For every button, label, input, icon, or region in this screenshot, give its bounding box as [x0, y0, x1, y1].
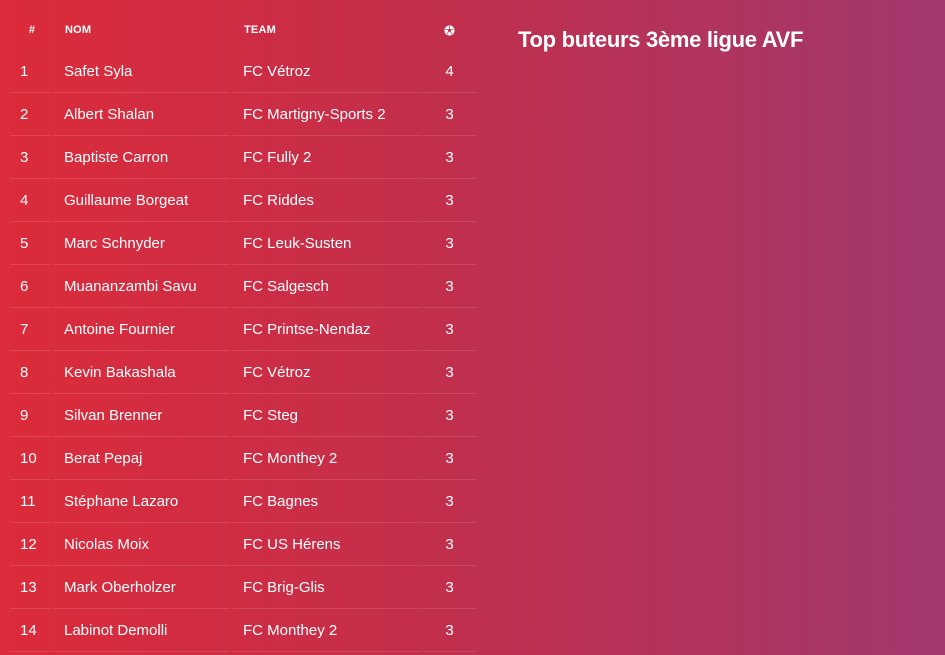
goals-cell: 3 [423, 394, 476, 437]
header-row: # NOM TEAM [10, 10, 476, 50]
rank-cell: 10 [10, 437, 54, 480]
team-name-cell: FC Brig-Glis [233, 566, 423, 609]
goals-cell: 3 [423, 265, 476, 308]
team-column-header[interactable]: TEAM [233, 10, 423, 50]
goals-cell: 3 [423, 566, 476, 609]
table-row[interactable]: 3 Baptiste Carron FC Fully 23 [10, 136, 476, 179]
player-name-cell: Marc Schnyder [54, 222, 233, 265]
rank-cell: 9 [10, 394, 54, 437]
player-name-cell: Silvan Brenner [54, 394, 233, 437]
player-name-cell: Stéphane Lazaro [54, 480, 233, 523]
team-name-cell: FC Monthey 2 [233, 609, 423, 652]
table-body: 1 Safet Syla FC Vétroz 4 2 Albert Shalan FC Ma… [10, 50, 476, 652]
rank-cell: 2 [10, 93, 54, 136]
table-row[interactable]: 8 Kevin Bakashala FC Vétroz 3 [10, 351, 476, 394]
table-row[interactable]: 4 Guillaume Borgeat FC Riddes 3 [10, 179, 476, 222]
table-row[interactable]: 13 Mark Oberholzer FC Brig-Glis 3 [10, 566, 476, 609]
rank-cell: 13 [10, 566, 54, 609]
team-name-cell: FC Salgesch [233, 265, 423, 308]
team-name-cell: FC Bagnes [233, 480, 423, 523]
player-name-cell: Labinot Demolli [54, 609, 233, 652]
player-name-cell: Muananzambi Savu [54, 265, 233, 308]
goals-cell: 3 [423, 480, 476, 523]
goals-cell: 3 [423, 609, 476, 652]
rank-cell: 3 [10, 136, 54, 179]
player-name-cell: Safet Syla [54, 50, 233, 93]
table-row[interactable]: 9 Silvan Brenner FC Steg 3 [10, 394, 476, 437]
goals-cell: 3 [423, 523, 476, 566]
player-name-cell: Albert Shalan [54, 93, 233, 136]
player-name-cell: Guillaume Borgeat [54, 179, 233, 222]
table-row[interactable]: 2 Albert Shalan FC Martigny-Sports 23 [10, 93, 476, 136]
goals-cell: 3 [423, 136, 476, 179]
player-name-cell: Berat Pepaj [54, 437, 233, 480]
rank-cell: 7 [10, 308, 54, 351]
rank-column-header[interactable]: # [10, 10, 54, 50]
page-title: Top buteurs 3ème ligue AVF [518, 27, 804, 52]
table-row[interactable]: 10 Berat Pepaj FC Monthey 23 [10, 437, 476, 480]
rank-cell: 11 [10, 480, 54, 523]
goals-cell: 3 [423, 351, 476, 394]
team-name-cell: FC Printse-Nendaz [233, 308, 423, 351]
rank-cell: 12 [10, 523, 54, 566]
table-row[interactable]: 12 Nicolas Moix FC US Hérens 3 [10, 523, 476, 566]
table-row[interactable]: 7 Antoine Fournier FC Printse-Nendaz 3 [10, 308, 476, 351]
rank-cell: 4 [10, 179, 54, 222]
team-name-cell: FC Martigny-Sports 2 [233, 93, 423, 136]
table-row[interactable]: 11 Stéphane Lazaro FC Bagnes 3 [10, 480, 476, 523]
team-name-cell: FC Riddes [233, 179, 423, 222]
table-row[interactable]: 6 Muananzambi Savu FC Salgesch 3 [10, 265, 476, 308]
player-name-cell: Mark Oberholzer [54, 566, 233, 609]
team-name-cell: FC Vétroz [233, 50, 423, 93]
team-name-cell: FC US Hérens [233, 523, 423, 566]
goals-cell: 3 [423, 222, 476, 265]
goals-cell: 3 [423, 179, 476, 222]
player-name-cell: Nicolas Moix [54, 523, 233, 566]
player-name-cell: Baptiste Carron [54, 136, 233, 179]
goals-cell: 3 [423, 308, 476, 351]
name-column-header[interactable]: NOM [54, 10, 233, 50]
rank-cell: 6 [10, 265, 54, 308]
team-name-cell: FC Monthey 2 [233, 437, 423, 480]
rank-cell: 5 [10, 222, 54, 265]
goals-cell: 4 [423, 50, 476, 93]
table-row[interactable]: 1 Safet Syla FC Vétroz 4 [10, 50, 476, 93]
table-header: # NOM TEAM [10, 10, 476, 50]
goals-column-header[interactable] [423, 10, 476, 50]
scorers-table: # NOM TEAM 1 Safet Syla FC Vétroz 4 2 Albert … [10, 10, 476, 652]
team-name-cell: FC Leuk-Susten [233, 222, 423, 265]
table-row[interactable]: 14 Labinot Demolli FC Monthey 23 [10, 609, 476, 652]
goals-cell: 3 [423, 93, 476, 136]
team-name-cell: FC Fully 2 [233, 136, 423, 179]
player-name-cell: Kevin Bakashala [54, 351, 233, 394]
team-name-cell: FC Vétroz [233, 351, 423, 394]
rank-cell: 1 [10, 50, 54, 93]
player-name-cell: Antoine Fournier [54, 308, 233, 351]
rank-cell: 14 [10, 609, 54, 652]
soccer-ball-icon [444, 24, 455, 36]
table-row[interactable]: 5 Marc Schnyder FC Leuk-Susten 3 [10, 222, 476, 265]
rank-cell: 8 [10, 351, 54, 394]
team-name-cell: FC Steg [233, 394, 423, 437]
goals-cell: 3 [423, 437, 476, 480]
